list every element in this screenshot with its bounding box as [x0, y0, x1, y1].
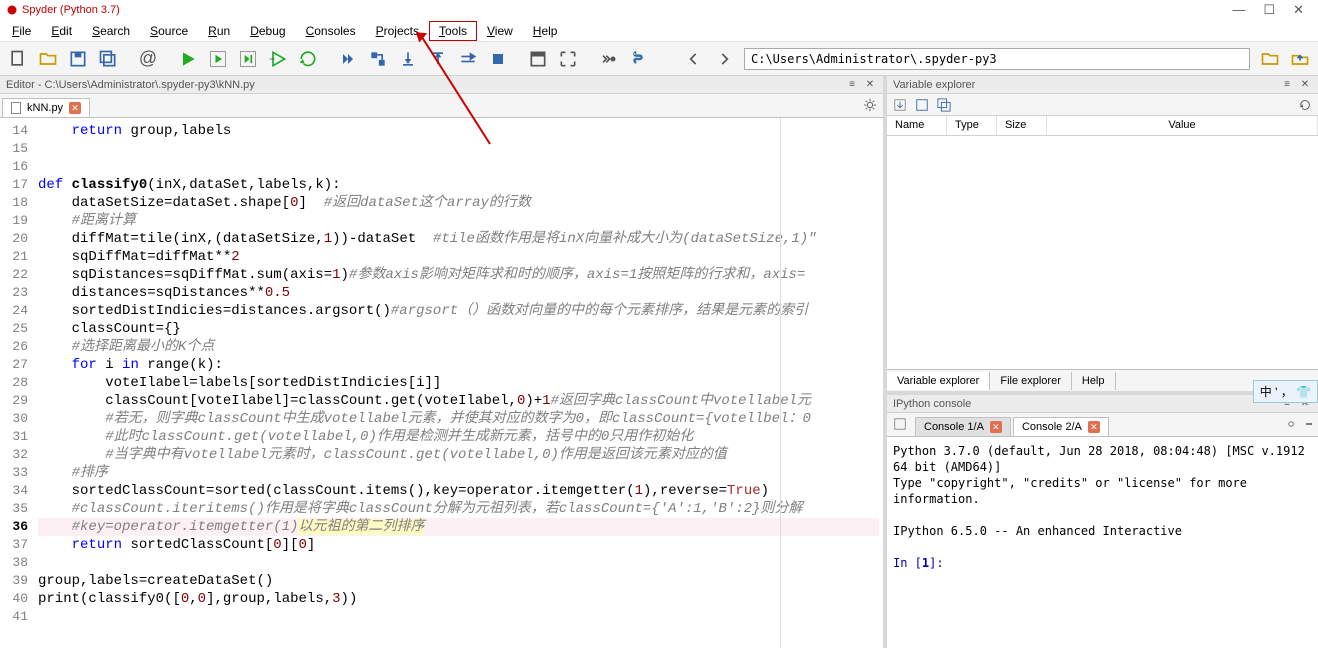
parent-dir-button[interactable] [1286, 45, 1314, 73]
editor-tab[interactable]: kNN.py ✕ [2, 98, 90, 117]
import-data-icon[interactable] [891, 96, 909, 114]
close-button[interactable]: ✕ [1293, 2, 1304, 18]
save-all-button[interactable] [94, 45, 122, 73]
maximize-button[interactable]: ☐ [1263, 2, 1275, 18]
menu-file[interactable]: File [2, 21, 41, 41]
run-selection-button[interactable] [264, 45, 292, 73]
save-data-as-icon[interactable] [935, 96, 953, 114]
preferences-button[interactable] [594, 45, 622, 73]
tab-file-explorer[interactable]: File explorer [990, 372, 1072, 390]
ime-toolbar[interactable]: 中 ' ， 👕 [1253, 380, 1318, 403]
pythonpath-button[interactable] [624, 45, 652, 73]
menu-help[interactable]: Help [523, 21, 568, 41]
tab-close-icon[interactable]: ✕ [1088, 421, 1100, 433]
menu-search[interactable]: Search [82, 21, 140, 41]
at-button[interactable]: @ [134, 45, 162, 73]
varexp-header: Variable explorer ≡ ✕ [887, 76, 1318, 94]
col-value[interactable]: Value [1047, 116, 1318, 135]
tab-help[interactable]: Help [1072, 372, 1116, 390]
new-file-button[interactable] [4, 45, 32, 73]
debug-continue-button[interactable] [454, 45, 482, 73]
forward-button[interactable] [710, 45, 738, 73]
gear-icon[interactable] [1282, 415, 1300, 433]
editor-title: Editor - C:\Users\Administrator\.spyder-… [6, 79, 255, 91]
menu-debug[interactable]: Debug [240, 21, 295, 41]
debug-step-into-button[interactable] [394, 45, 422, 73]
console-tab-0[interactable]: Console 1/A✕ [915, 417, 1011, 436]
tab-variable-explorer[interactable]: Variable explorer [887, 372, 990, 390]
window-controls: — ☐ ✕ [1232, 2, 1312, 18]
run-cell-advance-button[interactable] [234, 45, 262, 73]
ime-text: 中 ' ， 👕 [1260, 383, 1311, 400]
maximize-pane-button[interactable] [524, 45, 552, 73]
varexp-title: Variable explorer [893, 79, 975, 91]
gear-icon[interactable] [863, 98, 877, 112]
editor-panel: Editor - C:\Users\Administrator\.spyder-… [0, 76, 887, 648]
minimize-button[interactable]: — [1232, 2, 1245, 18]
col-name[interactable]: Name [887, 116, 947, 135]
menu-source[interactable]: Source [140, 21, 198, 41]
spyder-icon [6, 4, 18, 16]
menu-view[interactable]: View [477, 21, 523, 41]
tab-label: kNN.py [27, 102, 63, 114]
title-bar: Spyder (Python 3.7) — ☐ ✕ [0, 0, 1318, 20]
editor-tab-bar: kNN.py ✕ [0, 94, 883, 118]
run-cell-button[interactable] [204, 45, 232, 73]
toolbar: @ [0, 42, 1318, 76]
panel-close-icon[interactable]: ✕ [863, 78, 877, 92]
rerun-button[interactable] [294, 45, 322, 73]
menu-run[interactable]: Run [198, 21, 240, 41]
window-title-wrap: Spyder (Python 3.7) [6, 4, 120, 16]
debug-button[interactable] [334, 45, 362, 73]
main-area: Editor - C:\Users\Administrator\.spyder-… [0, 76, 1318, 648]
save-data-icon[interactable] [913, 96, 931, 114]
refresh-icon[interactable] [1296, 96, 1314, 114]
col-size[interactable]: Size [997, 116, 1047, 135]
panel-options-icon[interactable]: ≡ [1280, 78, 1294, 92]
debug-step-button[interactable] [364, 45, 392, 73]
console-content[interactable]: Python 3.7.0 (default, Jun 28 2018, 08:0… [887, 437, 1318, 648]
window-title: Spyder (Python 3.7) [22, 4, 120, 16]
file-icon [11, 102, 21, 114]
interrupt-icon[interactable] [1300, 415, 1318, 433]
menu-edit[interactable]: Edit [41, 21, 82, 41]
back-button[interactable] [680, 45, 708, 73]
editor-header: Editor - C:\Users\Administrator\.spyder-… [0, 76, 883, 94]
panel-options-icon[interactable]: ≡ [845, 78, 859, 92]
fullscreen-button[interactable] [554, 45, 582, 73]
console-tab-bar: Console 1/A✕Console 2/A✕ [887, 413, 1318, 437]
col-type[interactable]: Type [947, 116, 997, 135]
path-input[interactable] [744, 48, 1250, 70]
tab-close-icon[interactable]: ✕ [69, 102, 81, 114]
console-tab-1[interactable]: Console 2/A✕ [1013, 417, 1109, 436]
kernel-icon[interactable] [891, 415, 909, 433]
editor-area[interactable]: 1415161718192021222324252627282930313233… [0, 118, 883, 648]
panel-close-icon[interactable]: ✕ [1298, 78, 1312, 92]
browse-button[interactable] [1256, 45, 1284, 73]
varexp-toolbar [887, 94, 1318, 116]
varexp-columns: Name Type Size Value [887, 116, 1318, 136]
run-button[interactable] [174, 45, 202, 73]
menu-tools[interactable]: Tools [429, 21, 477, 41]
debug-step-return-button[interactable] [424, 45, 452, 73]
varexp-table[interactable]: Name Type Size Value [887, 116, 1318, 369]
save-button[interactable] [64, 45, 92, 73]
console-panel: IPython console ≡ ✕ Console 1/A✕Console … [887, 391, 1318, 648]
console-title: IPython console [893, 398, 971, 410]
menu-bar: FileEditSearchSourceRunDebugConsolesProj… [0, 20, 1318, 42]
open-file-button[interactable] [34, 45, 62, 73]
right-panel: Variable explorer ≡ ✕ Name Type Size Val… [887, 76, 1318, 648]
column-guide [780, 118, 781, 648]
debug-stop-button[interactable] [484, 45, 512, 73]
menu-projects[interactable]: Projects [366, 21, 429, 41]
menu-consoles[interactable]: Consoles [296, 21, 366, 41]
tab-close-icon[interactable]: ✕ [990, 421, 1002, 433]
